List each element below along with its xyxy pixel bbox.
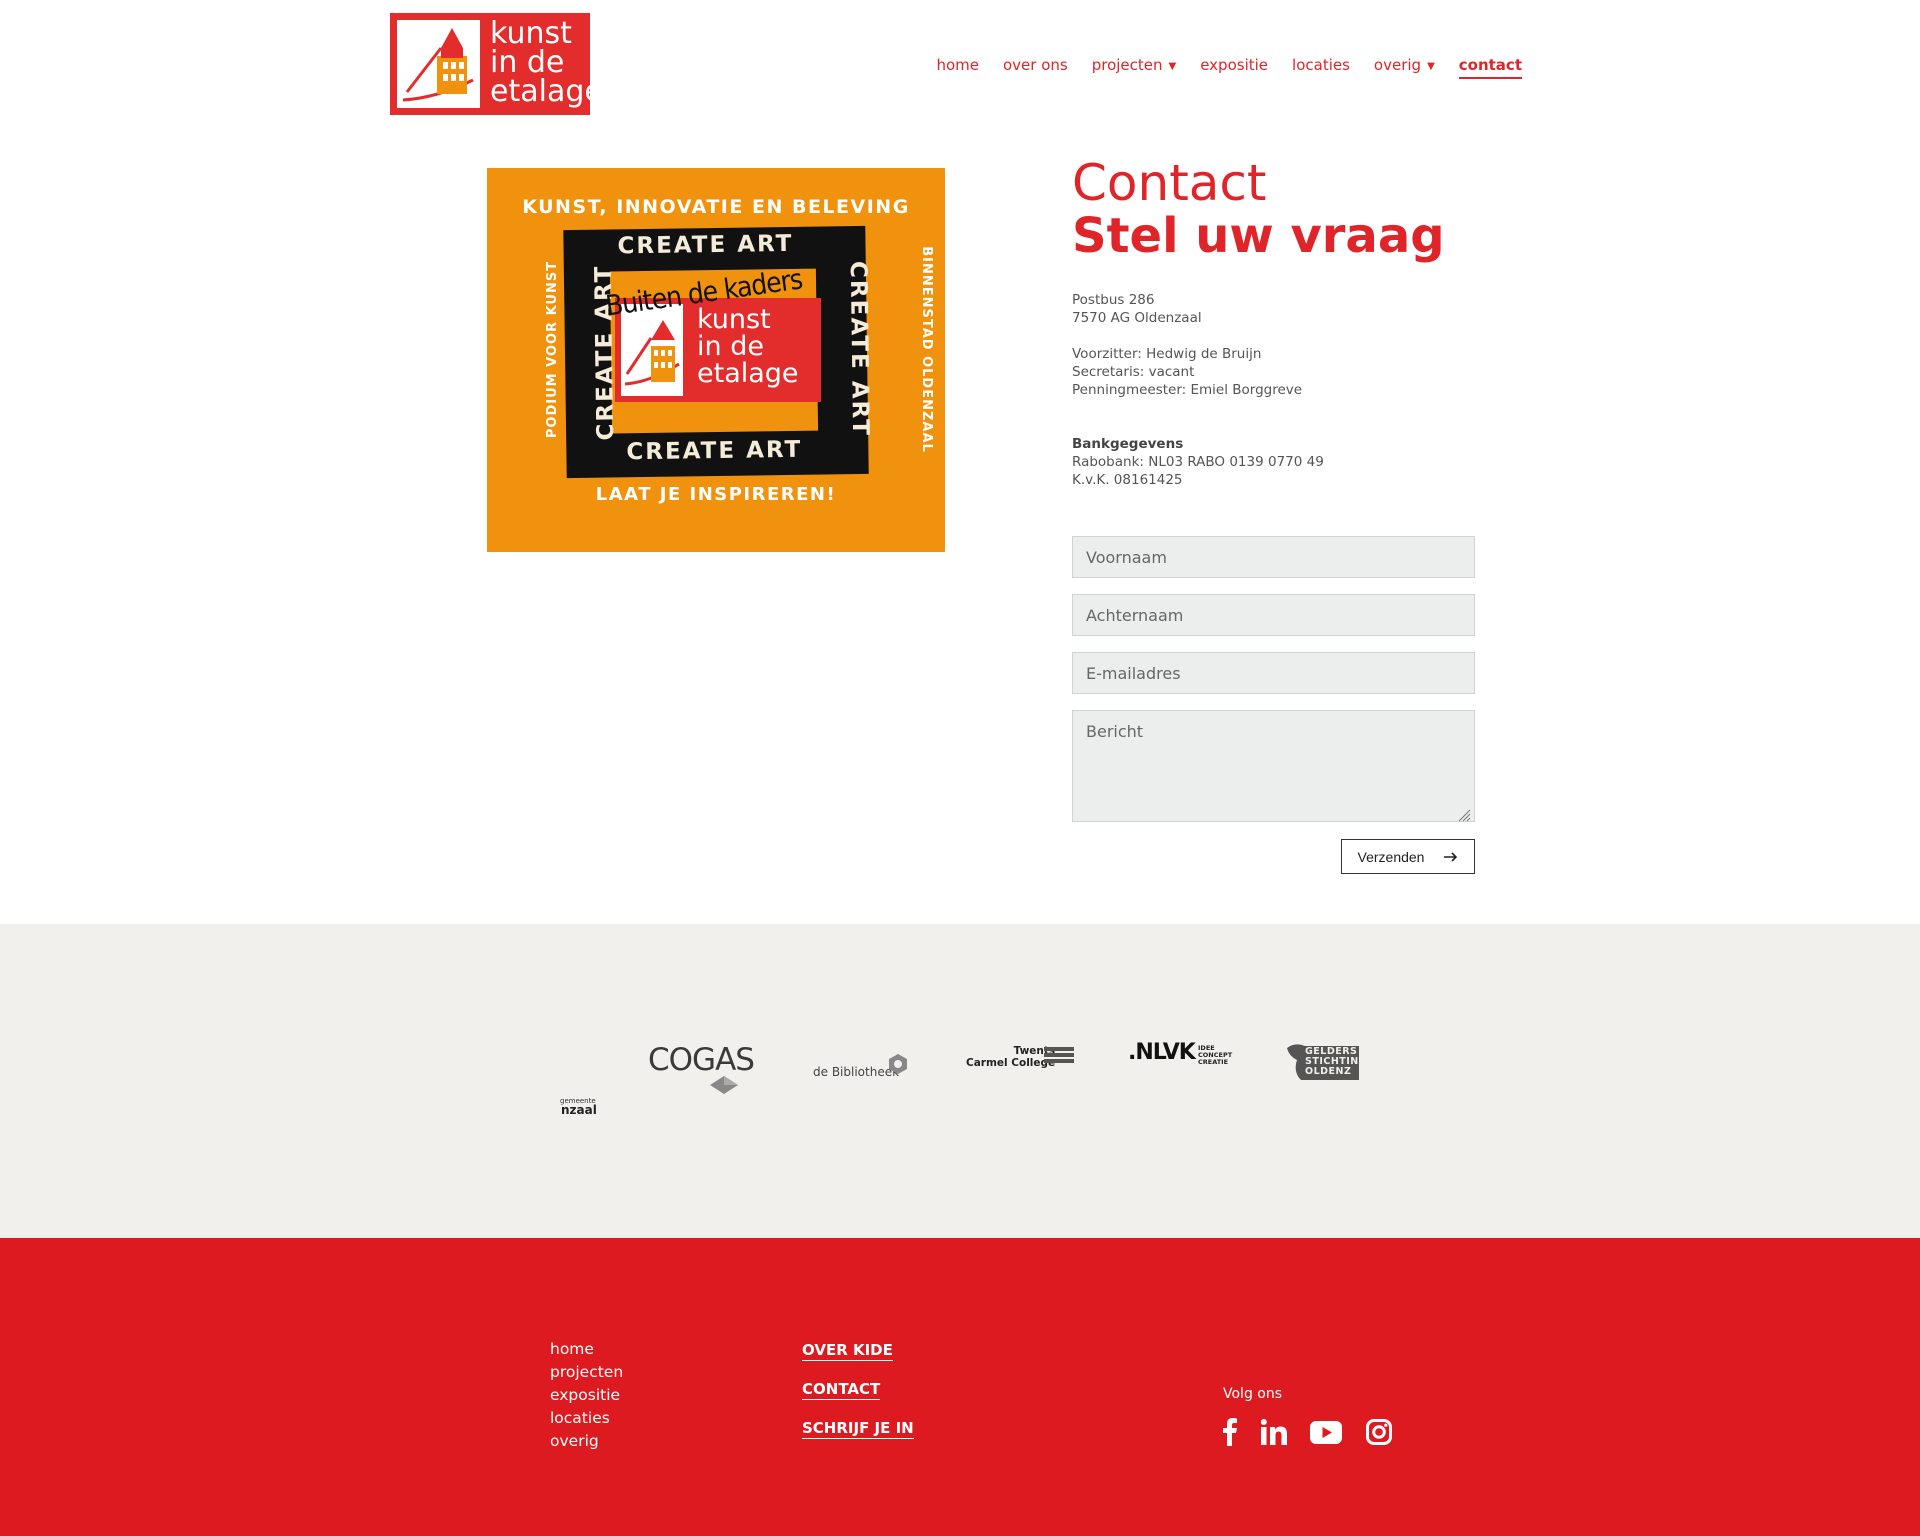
chair-text: Voorzitter: Hedwig de Bruijn — [1072, 346, 1262, 362]
cogas-wordmark: COGAS — [648, 1042, 755, 1078]
linkedin-icon[interactable] — [1260, 1419, 1287, 1449]
poster-left-text: PODIUM VOOR KUNST — [545, 260, 561, 439]
last-name-input[interactable] — [1072, 594, 1475, 636]
partner-strip: gemeente nzaal COGAS de Bibliotheek Twen… — [0, 924, 1920, 1238]
bank-heading: Bankgegevens — [1072, 436, 1184, 452]
follow-label: Volg ons — [1223, 1386, 1283, 1402]
gelders-stichting-logo[interactable]: GELDERS STICHTIN OLDENZ — [1287, 1042, 1359, 1080]
gelders-line-3: OLDENZ — [1305, 1066, 1352, 1077]
gelders-text: GELDERS STICHTIN OLDENZ — [1305, 1047, 1359, 1077]
nav-expositie[interactable]: expositie — [1200, 56, 1268, 79]
message-textarea[interactable] — [1072, 710, 1475, 822]
bibliotheek-icon — [889, 1054, 907, 1074]
tower-pen-logo-icon — [397, 20, 480, 108]
address-line-1: Postbus 286 — [1072, 292, 1155, 308]
nlvk-sub-3: CREATIE — [1198, 1058, 1229, 1066]
frame-text-top: CREATE ART — [617, 230, 794, 260]
footer-link-expositie[interactable]: expositie — [550, 1386, 620, 1404]
first-name-input[interactable] — [1072, 536, 1475, 578]
twents-line-2: Carmel College — [966, 1057, 1056, 1069]
poster-logo-word-1: kunst — [697, 304, 771, 335]
logo-word-3: etalage — [490, 74, 603, 109]
nav-over-ons-label: over ons — [1003, 56, 1068, 74]
kvk-number: K.v.K. 08161425 — [1072, 472, 1183, 488]
bibliotheek-logo[interactable]: de Bibliotheek — [813, 1054, 907, 1079]
page-title: Contact — [1072, 154, 1267, 212]
nlvk-subtext: IDEE CONCEPT CREATIE — [1198, 1045, 1232, 1066]
gemeente-logo[interactable]: nzaal — [561, 1103, 597, 1117]
address-line-2: 7570 AG Oldenzaal — [1072, 310, 1202, 326]
nav-projecten[interactable]: projecten ▼ — [1092, 56, 1177, 79]
footer-over-kide[interactable]: OVER KIDE — [802, 1341, 893, 1361]
nav-locaties-label: locaties — [1292, 56, 1350, 74]
nav-overig-label: overig — [1373, 56, 1422, 74]
frame-text-right: CREATE ART — [844, 260, 874, 438]
email-input[interactable] — [1072, 652, 1475, 694]
contact-info: Postbus 286 7570 AG Oldenzaal Voorzitter… — [1072, 291, 1324, 489]
poster-bottom-tagline: LAAT JE INSPIREREN! — [595, 484, 837, 505]
footer-link-overig[interactable]: overig — [550, 1432, 599, 1450]
logo-word-2: in de — [490, 45, 565, 80]
nav-over-ons[interactable]: over ons — [1003, 56, 1068, 79]
instagram-icon[interactable] — [1366, 1419, 1392, 1449]
twents-carmel-logo[interactable]: Twents Carmel College — [966, 1045, 1074, 1069]
youtube-icon[interactable] — [1310, 1421, 1342, 1448]
footer-contact[interactable]: CONTACT — [802, 1380, 881, 1400]
bank-account: Rabobank: NL03 RABO 0139 0770 49 — [1072, 454, 1324, 470]
twents-stripes-icon — [1044, 1047, 1074, 1063]
footer-link-locaties[interactable]: locaties — [550, 1409, 610, 1427]
facebook-icon[interactable] — [1222, 1418, 1238, 1450]
secretary-text: Secretaris: vacant — [1072, 364, 1195, 380]
nav-home-label: home — [936, 56, 979, 74]
nav-locaties[interactable]: locaties — [1292, 56, 1350, 79]
nav-projecten-label: projecten — [1091, 56, 1163, 74]
nav-expositie-label: expositie — [1200, 56, 1269, 74]
submit-button-label: Verzenden — [1357, 848, 1425, 865]
footer-schrijf-je-in[interactable]: SCHRIJF JE IN — [802, 1419, 914, 1439]
site-footer: home projecten expositie locaties overig… — [0, 1238, 1920, 1536]
treasurer-text: Penningmeester: Emiel Borggreve — [1072, 382, 1303, 398]
twents-line-1: Twents — [1013, 1045, 1056, 1057]
footer-link-projecten[interactable]: projecten — [550, 1363, 623, 1381]
frame-text-bottom: CREATE ART — [626, 436, 803, 466]
resize-grip-icon[interactable] — [1458, 807, 1471, 822]
poster-logo-word-3: etalage — [697, 358, 799, 389]
poster-top-tagline: KUNST, INNOVATIE EN BELEVING — [522, 196, 910, 218]
chevron-down-icon: ▼ — [1168, 61, 1177, 72]
footer-link-home[interactable]: home — [550, 1340, 594, 1358]
cogas-diamond-icon — [710, 1076, 738, 1094]
cogas-logo[interactable]: COGAS — [648, 1042, 755, 1094]
nlvk-logo[interactable]: .NLVK IDEE CONCEPT CREATIE — [1128, 1040, 1232, 1066]
nav-contact-label: contact — [1458, 56, 1522, 74]
poster-right-text: BINNENSTAD OLDENZAAL — [918, 246, 934, 453]
chevron-down-icon: ▼ — [1427, 61, 1435, 72]
nav-home[interactable]: home — [936, 56, 979, 79]
main-nav: home over ons projecten ▼ expositie locat… — [936, 56, 1522, 79]
site-logo[interactable]: kunst in de etalage — [390, 13, 603, 115]
nav-overig[interactable]: overig ▼ — [1374, 56, 1435, 79]
submit-button[interactable]: Verzenden — [1341, 839, 1475, 874]
poster-logo-wordmark: kunst in de etalage — [697, 306, 799, 387]
event-poster: KUNST, INNOVATIE EN BELEVING PODIUM VOOR… — [487, 168, 945, 552]
poster-logo-word-2: in de — [697, 331, 764, 362]
page-subtitle: Stel uw vraag — [1072, 208, 1445, 264]
logo-wordmark: kunst in de etalage — [490, 16, 603, 109]
logo-word-1: kunst — [490, 16, 572, 51]
arrow-right-icon — [1444, 849, 1458, 865]
nav-contact[interactable]: contact — [1458, 56, 1522, 79]
nlvk-wordmark: .NLVK — [1128, 1040, 1196, 1065]
